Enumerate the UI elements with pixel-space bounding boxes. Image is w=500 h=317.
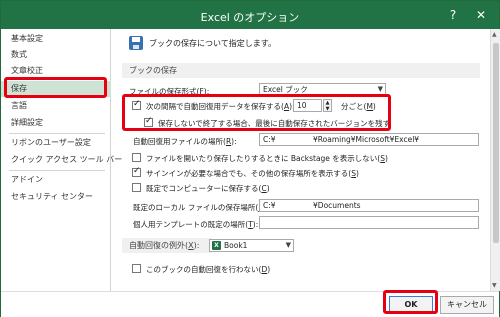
backstage-checkbox[interactable]	[132, 153, 141, 162]
vertical-scrollbar[interactable]: ▲ ▼	[490, 29, 500, 291]
excel-options-dialog: Excel のオプション ? ✕ 基本設定 数式 文章校正 保存 言語 詳細設定…	[0, 0, 500, 317]
help-icon[interactable]: ?	[443, 6, 463, 24]
sidebar-item-formulas[interactable]: 数式	[1, 47, 111, 63]
page-description: ブックの保存について指定します。	[149, 39, 276, 48]
autorecover-minutes-input[interactable]: 10	[293, 99, 322, 112]
autorecover-location-input[interactable]: C:¥ ¥Roaming¥Microsoft¥Excel¥	[259, 133, 479, 146]
autorecover-label: 次の間隔で自動回復用データを保存する(A):	[146, 102, 295, 111]
file-format-select[interactable]: Excel ブック ▼	[259, 83, 386, 96]
scroll-down-icon[interactable]: ▼	[492, 282, 497, 289]
save-to-computer-label: 既定でコンピューターに保存する(C)	[146, 184, 270, 193]
sidebar-item-addins[interactable]: アドイン	[1, 172, 111, 188]
section-header-autorecover-exceptions: 自動回復の例外(X):	[122, 238, 212, 253]
default-local-location-label: 既定のローカル ファイルの保存場所(I):	[133, 203, 266, 212]
section-header-save-workbooks: ブックの保存	[122, 63, 480, 78]
sidebar-item-quick-access-toolbar[interactable]: クイック アクセス ツール バー	[1, 152, 122, 168]
personal-templates-label: 個人用テンプレートの既定の場所(T):	[133, 220, 259, 229]
show-additional-places-label: サインインが必要な場合でも、その他の保存場所を表示する(S)	[146, 169, 359, 178]
save-icon	[129, 36, 143, 50]
disable-autorecover-label: このブックの自動回復を行わない(D)	[146, 265, 271, 274]
minutes-spinner[interactable]: ▲ ▼	[323, 99, 332, 112]
disable-autorecover-checkbox[interactable]	[132, 264, 141, 273]
ok-button[interactable]: OK	[389, 296, 433, 314]
sidebar-item-customize-ribbon[interactable]: リボンのユーザー設定	[1, 135, 111, 151]
sidebar-item-general[interactable]: 基本設定	[1, 31, 111, 47]
dialog-footer: OK キャンセル	[1, 291, 499, 317]
chevron-down-icon: ▼	[377, 85, 383, 93]
chevron-down-icon: ▼	[285, 241, 291, 249]
sidebar-item-trust-center[interactable]: セキュリティ センター	[1, 189, 111, 205]
scrollbar-thumb[interactable]	[493, 43, 499, 243]
exceptions-workbook-select[interactable]: X Book1 ▼	[209, 239, 294, 252]
cancel-button[interactable]: キャンセル	[440, 296, 494, 314]
title-bar: Excel のオプション ? ✕	[1, 1, 499, 29]
show-additional-places-checkbox[interactable]	[132, 166, 141, 177]
close-icon[interactable]: ✕	[471, 6, 491, 24]
default-local-location-input[interactable]: C:¥ ¥Documents	[259, 199, 479, 212]
sidebar: 基本設定 数式 文章校正 保存 言語 詳細設定 リボンのユーザー設定 クイック …	[1, 29, 122, 291]
file-format-label: ファイルの保存形式(F):	[129, 87, 210, 96]
personal-templates-input[interactable]	[259, 216, 479, 229]
keep-last-version-checkbox[interactable]	[144, 116, 153, 127]
sidebar-divider	[9, 133, 105, 134]
keep-last-version-label: 保存しないで終了する場合、最後に自動保存されたバージョンを残す	[158, 119, 391, 128]
sidebar-item-proofing[interactable]: 文章校正	[1, 63, 111, 79]
sidebar-item-advanced[interactable]: 詳細設定	[1, 115, 111, 131]
backstage-label: ファイルを開いたり保存したりするときに Backstage を表示しない(S)	[146, 154, 388, 163]
main-panel: ブックの保存について指定します。 ブックの保存 ファイルの保存形式(F): Ex…	[112, 29, 490, 291]
minutes-unit-label: 分ごと(M)	[341, 102, 376, 111]
sidebar-item-language[interactable]: 言語	[1, 98, 111, 114]
autorecover-location-label: 自動回復用ファイルの場所(R):	[133, 137, 237, 146]
sidebar-divider	[9, 170, 105, 171]
autorecover-checkbox[interactable]	[132, 99, 141, 110]
excel-workbook-icon: X	[212, 241, 221, 250]
save-to-computer-checkbox[interactable]	[132, 183, 141, 192]
sidebar-item-save[interactable]: 保存	[1, 81, 111, 97]
scroll-up-icon[interactable]: ▲	[492, 31, 497, 38]
dialog-title: Excel のオプション	[200, 11, 300, 24]
